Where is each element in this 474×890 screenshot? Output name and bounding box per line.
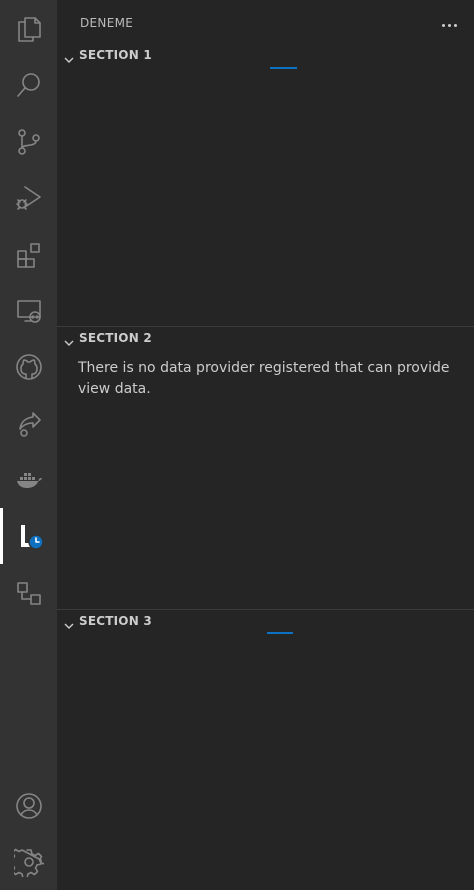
sidebar: DENEME SECTION 1 SECTION 2 There is no d… <box>57 0 474 890</box>
github-icon <box>15 354 42 380</box>
section-2-title: SECTION 2 <box>79 331 152 345</box>
no-data-provider-message: There is no data provider registered tha… <box>78 360 450 397</box>
section-1-title: SECTION 1 <box>79 48 152 62</box>
sidebar-header: DENEME <box>57 0 474 44</box>
section-2-header[interactable]: SECTION 2 <box>57 327 474 353</box>
activity-bar <box>0 0 57 890</box>
activity-explorer[interactable] <box>0 1 57 57</box>
timeline-clock-icon <box>20 525 44 550</box>
remote-explorer-icon <box>16 300 41 323</box>
section-3-header[interactable]: SECTION 3 <box>57 610 474 636</box>
run-debug-icon <box>15 186 41 210</box>
search-icon <box>16 73 40 97</box>
activity-source-control[interactable] <box>0 114 57 170</box>
ellipsis-icon <box>440 12 458 31</box>
docker-icon <box>16 473 42 488</box>
activity-run-debug[interactable] <box>0 170 57 226</box>
sidebar-title: DENEME <box>80 16 134 30</box>
activity-accounts[interactable] <box>0 778 57 834</box>
section-3-title: SECTION 3 <box>79 614 152 628</box>
chevron-down-icon <box>63 617 75 629</box>
section-1-header[interactable]: SECTION 1 <box>57 44 474 70</box>
chevron-down-icon <box>63 334 75 346</box>
activity-manage[interactable] <box>0 834 57 890</box>
more-actions-button[interactable] <box>438 10 460 32</box>
section-2: SECTION 2 There is no data provider regi… <box>57 326 474 609</box>
activity-github[interactable] <box>0 339 57 395</box>
account-icon <box>15 793 42 819</box>
activity-search[interactable] <box>0 57 57 113</box>
nodes-icon <box>16 582 41 605</box>
activity-timeline[interactable] <box>0 508 57 564</box>
activity-deployment[interactable] <box>0 565 57 621</box>
activity-extensions[interactable] <box>0 227 57 283</box>
live-share-icon <box>18 412 41 437</box>
chevron-down-icon <box>63 51 75 63</box>
activity-remote-explorer[interactable] <box>0 283 57 339</box>
extensions-icon <box>16 243 40 268</box>
section-3: SECTION 3 <box>57 609 474 890</box>
source-control-icon <box>17 129 40 155</box>
section-1: SECTION 1 <box>57 44 474 326</box>
gear-icon <box>13 848 44 877</box>
activity-docker[interactable] <box>0 452 57 508</box>
section-3-progress-bar <box>267 632 293 634</box>
files-icon <box>17 17 41 42</box>
activity-live-share[interactable] <box>0 396 57 452</box>
section-1-progress-bar <box>270 67 297 69</box>
